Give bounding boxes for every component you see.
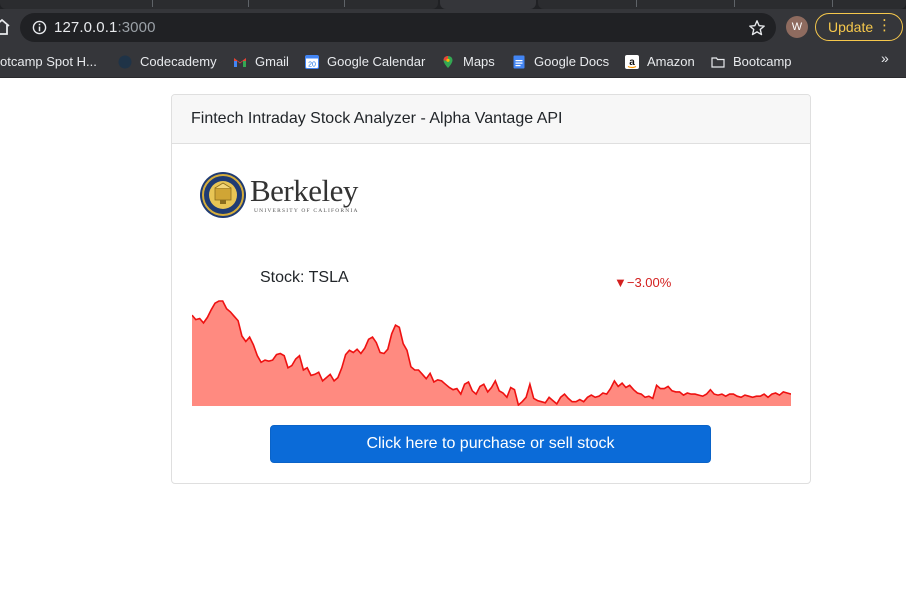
- profile-avatar[interactable]: W: [786, 16, 808, 38]
- page-title: Fintech Intraday Stock Analyzer - Alpha …: [191, 110, 563, 127]
- bookmarks-overflow-icon[interactable]: »: [881, 50, 889, 66]
- bookmark-label: Maps: [463, 54, 495, 69]
- url-port: :3000: [117, 19, 156, 36]
- url-host: 127.0.0.1: [54, 19, 118, 36]
- active-tab[interactable]: [440, 0, 536, 9]
- calendar-icon: 20: [305, 55, 319, 69]
- svg-text:a: a: [629, 57, 635, 68]
- codecademy-icon: [118, 55, 132, 69]
- tab-strip: [0, 0, 906, 9]
- menu-dots-icon[interactable]: ⋮: [877, 14, 892, 38]
- tab-background[interactable]: [538, 0, 906, 9]
- logo-wordmark: Berkeley: [250, 173, 358, 208]
- amazon-icon: a: [625, 55, 639, 69]
- tab-separator: [248, 0, 249, 7]
- university-seal-icon: [200, 172, 246, 218]
- info-icon[interactable]: [32, 20, 47, 35]
- bookmark-label: Codecademy: [140, 54, 217, 69]
- bookmark-label: Google Docs: [534, 54, 610, 69]
- tab-background[interactable]: [0, 0, 438, 9]
- stock-sparkline-chart: [192, 300, 791, 406]
- update-label: Update: [828, 19, 874, 35]
- address-bar[interactable]: 127.0.0.1:3000: [20, 13, 776, 42]
- bookmark-label: Bootcamp: [733, 54, 792, 69]
- stock-symbol-label: Stock: TSLA: [260, 269, 349, 286]
- browser-toolbar: 127.0.0.1:3000 W Update ⋮: [0, 9, 906, 46]
- gmail-icon: [234, 58, 246, 67]
- tab-separator: [734, 0, 735, 7]
- bookmark-star-icon[interactable]: [748, 19, 766, 37]
- tab-separator: [832, 0, 833, 7]
- price-change: ▼−3.00%: [614, 275, 672, 290]
- bookmark-label: Google Calendar: [327, 54, 426, 69]
- bookmarks-bar: otcamp Spot H... Codecademy Gmail 20 Goo…: [0, 46, 906, 78]
- svg-text:20: 20: [308, 62, 316, 69]
- purchase-sell-button[interactable]: Click here to purchase or sell stock: [270, 425, 711, 463]
- tab-separator: [152, 0, 153, 7]
- bookmark-label: otcamp Spot H...: [0, 54, 97, 69]
- docs-icon: [513, 55, 525, 69]
- maps-icon: [443, 56, 453, 68]
- url-text[interactable]: 127.0.0.1:3000: [54, 19, 156, 36]
- bookmark-label: Gmail: [255, 54, 289, 69]
- card-header: Fintech Intraday Stock Analyzer - Alpha …: [172, 95, 810, 144]
- folder-icon: [711, 57, 725, 68]
- bookmark-label: Amazon: [647, 54, 695, 69]
- logo-subtitle: UNIVERSITY OF CALIFORNIA: [254, 208, 359, 214]
- update-button[interactable]: Update ⋮: [815, 13, 903, 41]
- stock-card: Fintech Intraday Stock Analyzer - Alpha …: [171, 94, 811, 484]
- tab-separator: [636, 0, 637, 7]
- tab-separator: [344, 0, 345, 7]
- berkeley-logo: Berkeley UNIVERSITY OF CALIFORNIA: [198, 170, 368, 220]
- home-icon[interactable]: [0, 18, 10, 36]
